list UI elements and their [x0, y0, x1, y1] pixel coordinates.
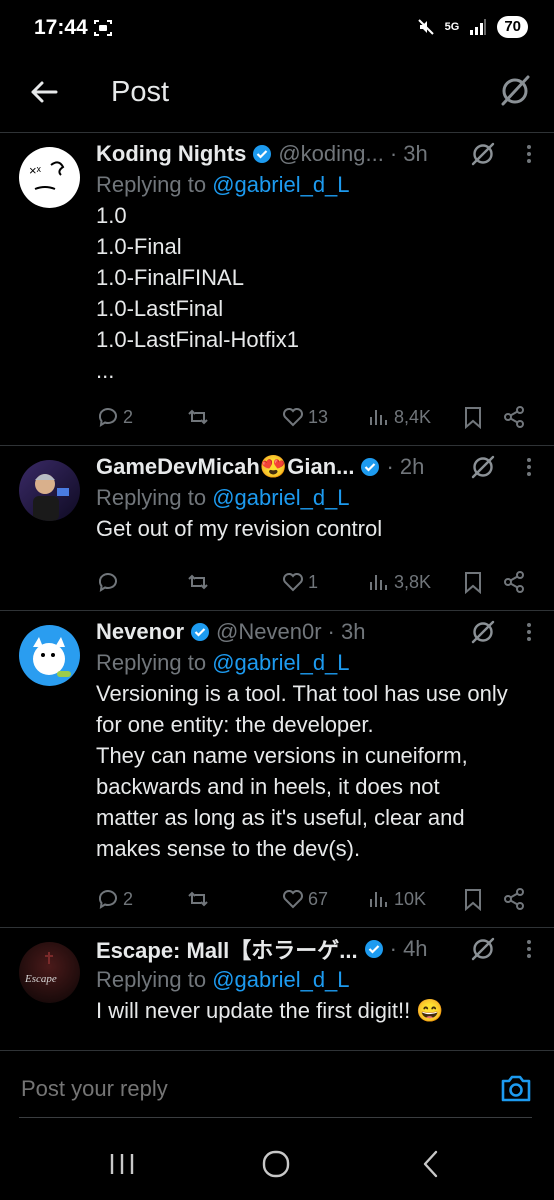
status-bar: 17:44 5G 70 [0, 0, 554, 58]
mention-link[interactable]: @gabriel_d_L [212, 967, 349, 992]
post-text: 1.0 1.0-Final 1.0-FinalFINAL 1.0-LastFin… [96, 203, 299, 383]
avatar[interactable]: ×ˣ [19, 147, 80, 208]
svg-text:×ˣ: ×ˣ [29, 163, 42, 178]
reply-icon [98, 573, 117, 592]
views-icon [370, 575, 387, 590]
post-actions: 2 67 10K [96, 885, 526, 913]
bookmark-icon[interactable] [462, 570, 484, 594]
page-title: Post [111, 76, 170, 108]
author-name[interactable]: Escape: Mall【ホラーゲ... [96, 933, 358, 965]
verified-badge-icon [253, 145, 272, 163]
replies-feed: ×ˣ Koding Nights @koding... · 3h Replyin… [0, 133, 554, 1050]
post-text: I will never update the first digit!! 😄 [96, 998, 444, 1023]
views-icon [370, 892, 387, 907]
mention-link[interactable]: @gabriel_d_L [212, 172, 349, 197]
post-actions: 1 3,8K [96, 568, 526, 596]
author-name[interactable]: GameDevMicah😍Gian... [96, 454, 354, 480]
replying-to: Replying to @gabriel_d_L [96, 650, 350, 675]
avatar-logo-text: Escape [24, 973, 57, 985]
post-time: · 2h [386, 454, 425, 479]
reply-input[interactable] [19, 1075, 443, 1103]
reply-composer [0, 1050, 554, 1121]
signal-icon [470, 19, 487, 35]
grok-icon[interactable] [470, 936, 496, 962]
author-handle[interactable]: @koding... [278, 141, 384, 167]
verified-badge-icon [191, 623, 210, 641]
author-handle[interactable]: @Neven0r [216, 619, 322, 645]
network-type: 5G [444, 20, 460, 33]
verified-badge-icon [361, 458, 380, 476]
repost-button[interactable] [186, 570, 281, 594]
reply-post[interactable]: Nevenor @Neven0r · 3h Replying to @gabri… [0, 611, 554, 928]
avatar[interactable]: Escape [19, 942, 80, 1003]
recent-apps-icon[interactable] [102, 1148, 142, 1180]
like-button[interactable]: 13 [281, 405, 367, 429]
views-button[interactable]: 8,4K [367, 405, 462, 429]
grok-icon[interactable] [498, 74, 532, 108]
mention-link[interactable]: @gabriel_d_L [212, 485, 349, 510]
reply-button[interactable]: 2 [96, 405, 186, 429]
post-time: · 3h [389, 141, 428, 166]
back-arrow-icon[interactable] [28, 76, 60, 108]
grok-icon[interactable] [470, 141, 496, 167]
post-actions: 2 13 8,4K [96, 403, 526, 431]
back-nav-icon[interactable] [412, 1148, 452, 1180]
repost-icon [188, 409, 208, 425]
views-button[interactable]: 3,8K [367, 570, 462, 594]
share-icon[interactable] [502, 887, 526, 911]
post-time: · 3h [327, 619, 366, 644]
more-options-icon[interactable] [526, 621, 532, 643]
repost-icon [188, 574, 208, 590]
views-button[interactable]: 10K [367, 887, 462, 911]
author-name[interactable]: Koding Nights [96, 141, 246, 167]
more-options-icon[interactable] [526, 143, 532, 165]
mute-icon [417, 19, 434, 35]
repost-button[interactable] [186, 887, 281, 911]
bookmark-icon[interactable] [462, 405, 484, 429]
battery-level: 70 [497, 16, 528, 38]
heart-icon [283, 573, 303, 592]
avatar[interactable] [19, 625, 80, 686]
reply-post[interactable]: Escape Escape: Mall【ホラーゲ... · 4h Replyin… [0, 928, 554, 1050]
more-options-icon[interactable] [526, 456, 532, 478]
system-nav-bar [0, 1128, 554, 1200]
author-name[interactable]: Nevenor [96, 619, 184, 645]
like-button[interactable]: 1 [281, 570, 367, 594]
post-time: · 4h [389, 936, 428, 961]
avatar[interactable] [19, 460, 80, 521]
heart-icon [283, 408, 303, 427]
grok-icon[interactable] [470, 454, 496, 480]
repost-icon [188, 891, 208, 907]
screen-record-icon [94, 20, 112, 36]
replying-to: Replying to @gabriel_d_L [96, 967, 350, 992]
camera-icon[interactable] [500, 1073, 532, 1103]
repost-button[interactable] [186, 405, 281, 429]
reply-post[interactable]: GameDevMicah😍Gian... · 2h Replying to @g… [0, 446, 554, 611]
reply-icon [98, 890, 117, 909]
home-icon[interactable] [256, 1148, 296, 1180]
share-icon[interactable] [502, 570, 526, 594]
replying-to: Replying to @gabriel_d_L [96, 172, 350, 197]
more-options-icon[interactable] [526, 938, 532, 960]
post-text: Versioning is a tool. That tool has use … [96, 681, 508, 861]
replying-to: Replying to @gabriel_d_L [96, 485, 350, 510]
divider [19, 1117, 532, 1118]
top-bar: Post [0, 58, 554, 133]
status-time: 17:44 [34, 16, 88, 39]
share-icon[interactable] [502, 405, 526, 429]
bookmark-icon[interactable] [462, 887, 484, 911]
post-text: Get out of my revision control [96, 516, 383, 541]
like-button[interactable]: 67 [281, 887, 367, 911]
heart-icon [283, 890, 303, 909]
reply-button[interactable]: 2 [96, 887, 186, 911]
reply-icon [98, 408, 117, 427]
reply-post[interactable]: ×ˣ Koding Nights @koding... · 3h Replyin… [0, 133, 554, 446]
views-icon [370, 410, 387, 425]
verified-badge-icon [364, 940, 383, 958]
mention-link[interactable]: @gabriel_d_L [212, 650, 349, 675]
reply-button[interactable] [96, 570, 186, 594]
grok-icon[interactable] [470, 619, 496, 645]
